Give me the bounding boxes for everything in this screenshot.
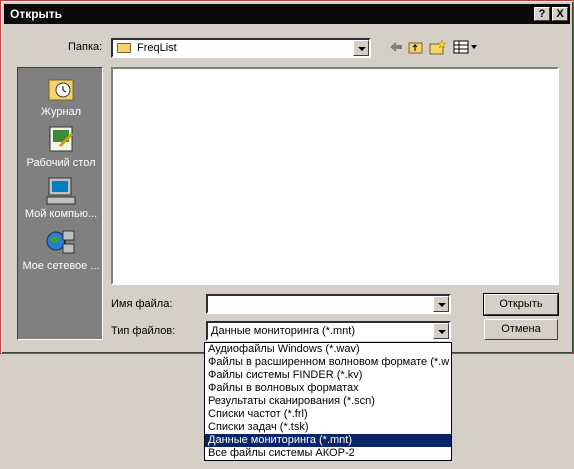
filetype-value: Данные мониторинга (*.mnt) — [211, 325, 356, 337]
new-folder-icon[interactable] — [429, 39, 447, 55]
filetype-option[interactable]: Файлы в расширенном волновом формате (*.… — [205, 356, 451, 369]
filetype-combo[interactable]: Данные мониторинга (*.mnt) — [206, 321, 451, 341]
folder-dropdown-button[interactable] — [353, 40, 369, 56]
computer-icon — [45, 176, 77, 206]
filetype-option[interactable]: Файлы системы FINDER (*.kv) — [205, 369, 451, 382]
filetype-option[interactable]: Все файлы системы АКОР-2 — [205, 447, 451, 460]
back-icon[interactable] — [387, 39, 405, 55]
filetype-option[interactable]: Списки задач (*.tsk) — [205, 421, 451, 434]
filetype-option[interactable]: Файлы в волновых форматах — [205, 382, 451, 395]
filename-dropdown-button[interactable] — [433, 296, 449, 312]
filename-combo[interactable] — [206, 294, 451, 314]
desktop-icon — [45, 125, 77, 155]
place-my-computer[interactable]: Мой компью... — [18, 176, 104, 228]
folder-combo[interactable]: FreqList — [111, 38, 371, 58]
places-bar: Журнал Рабочий стол Мой компью... Мое се… — [17, 67, 103, 340]
open-button[interactable]: Открыть — [483, 293, 559, 316]
folder-icon — [117, 43, 131, 53]
filetype-dropdown-list[interactable]: Аудиофайлы Windows (*.wav) Файлы в расши… — [204, 342, 452, 461]
filetype-option-selected[interactable]: Данные мониторинга (*.mnt) — [205, 434, 451, 447]
place-network[interactable]: Мое сетевое ... — [18, 228, 104, 280]
title-bar[interactable]: Открыть ? X — [4, 4, 570, 24]
place-history[interactable]: Журнал — [18, 74, 104, 126]
up-folder-icon[interactable] — [407, 39, 425, 55]
place-desktop[interactable]: Рабочий стол — [18, 125, 104, 177]
place-label: Мой компью... — [24, 208, 98, 220]
history-icon — [45, 74, 77, 104]
window-title: Открыть — [10, 7, 63, 21]
filetype-option[interactable]: Аудиофайлы Windows (*.wav) — [205, 343, 451, 356]
place-label: Рабочий стол — [26, 157, 96, 169]
help-button[interactable]: ? — [534, 7, 550, 21]
cancel-button[interactable]: Отмена — [484, 319, 558, 340]
place-label: Мое сетевое ... — [22, 260, 100, 272]
filetype-label: Тип файлов: — [111, 325, 176, 337]
filename-label: Имя файла: — [111, 298, 173, 310]
close-button[interactable]: X — [552, 7, 568, 21]
filetype-option[interactable]: Результаты сканирования (*.scn) — [205, 395, 451, 408]
filetype-option[interactable]: Списки частот (*.frl) — [205, 408, 451, 421]
network-icon — [45, 228, 77, 258]
view-menu-icon[interactable] — [453, 39, 479, 55]
open-dialog: Открыть ? X Папка: FreqList Журнал Рабоч… — [0, 0, 574, 354]
place-label: Журнал — [40, 106, 82, 118]
folder-value: FreqList — [137, 42, 177, 54]
filetype-dropdown-button[interactable] — [433, 323, 449, 339]
folder-label: Папка: — [68, 41, 103, 53]
file-list[interactable] — [111, 67, 559, 285]
